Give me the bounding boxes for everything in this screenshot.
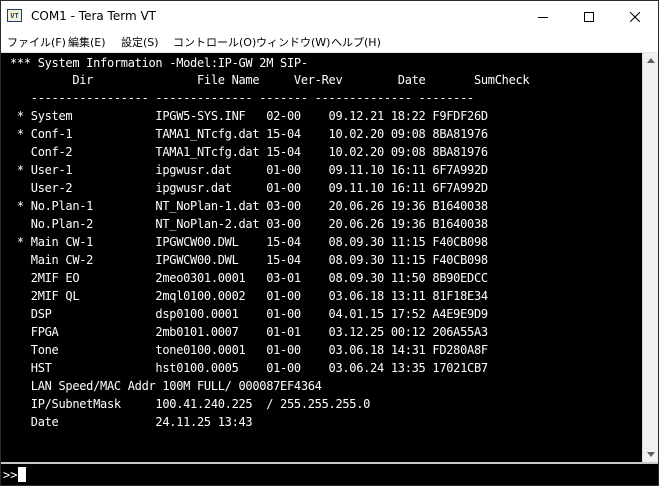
menu-bar: ファイル(F) 編集(E) 設定(S) コントロール(O) ウィンドウ(W) ヘ…	[1, 32, 658, 53]
tera-term-app-icon: VT	[7, 9, 22, 22]
window-title: COM1 - Tera Term VT	[31, 9, 156, 23]
command-prompt: >>	[3, 468, 18, 482]
terminal-line: FPGA 2mb0101.0007 01-01 03.12.25 00:12 2…	[10, 325, 488, 339]
title-bar[interactable]: VT COM1 - Tera Term VT	[1, 1, 658, 32]
terminal-line: * Conf-1 TAMA1_NTcfg.dat 15-04 10.02.20 …	[10, 127, 488, 141]
terminal-line: Tone tone0100.0001 01-00 03.06.18 14:31 …	[10, 343, 488, 357]
menu-file[interactable]: ファイル(F)	[7, 34, 66, 50]
close-icon	[630, 11, 640, 22]
terminal-line: * No.Plan-1 NT_NoPlan-1.dat 03-00 20.06.…	[10, 199, 488, 213]
terminal-line: HST hst0100.0005 01-00 03.06.24 13:35 17…	[10, 361, 488, 375]
menu-help[interactable]: ヘルプ(H)	[331, 34, 381, 50]
terminal-line-column-headers: Dir File Name Ver-Rev Date SumCheck	[10, 73, 530, 87]
terminal-line: 2MIF QL 2mql0100.0002 01-00 03.06.18 13:…	[10, 289, 488, 303]
terminal-line: Date 24.11.25 13:43	[10, 415, 253, 429]
terminal-screen[interactable]: *** System Information -Model:IP-GW 2M S…	[1, 53, 642, 462]
terminal-line-separator: ----------------- -------------- -------…	[10, 91, 474, 105]
terminal-line: * Main CW-1 IPGWCW00.DWL 15-04 08.09.30 …	[10, 235, 488, 249]
minimize-button[interactable]	[520, 1, 566, 32]
terminal-line: Conf-2 TAMA1_NTcfg.dat 15-04 10.02.20 09…	[10, 145, 488, 159]
tera-term-window: VT COM1 - Tera Term VT ファイル(F) 編集(E) 設定(…	[0, 0, 659, 486]
minimize-icon	[538, 16, 548, 18]
scroll-down-arrow-icon[interactable]	[647, 452, 655, 457]
terminal-line: DSP dsp0100.0001 01-00 04.01.15 17:52 A4…	[10, 307, 488, 321]
terminal-line: LAN Speed/MAC Addr 100M FULL/ 000087EF43…	[10, 379, 322, 393]
maximize-button[interactable]	[566, 1, 612, 32]
menu-window[interactable]: ウィンドウ(W)	[256, 34, 330, 50]
terminal-line: * System IPGW5-SYS.INF 02-00 09.12.21 18…	[10, 109, 488, 123]
terminal-line: Main CW-2 IPGWCW00.DWL 15-04 08.09.30 11…	[10, 253, 488, 267]
close-button[interactable]	[612, 1, 658, 32]
maximize-icon	[584, 11, 594, 22]
terminal-line: IP/SubnetMask 100.41.240.225 / 255.255.2…	[10, 397, 371, 411]
terminal-line: No.Plan-2 NT_NoPlan-2.dat 03-00 20.06.26…	[10, 217, 488, 231]
scroll-up-arrow-icon[interactable]	[647, 58, 655, 63]
terminal-line: User-2 ipgwusr.dat 01-00 09.11.10 16:11 …	[10, 181, 488, 195]
menu-control[interactable]: コントロール(O)	[173, 34, 256, 50]
terminal-line-header: *** System Information -Model:IP-GW 2M S…	[10, 56, 308, 70]
text-cursor	[18, 467, 26, 482]
command-line[interactable]: >>	[1, 464, 658, 485]
terminal-line: * User-1 ipgwusr.dat 01-00 09.11.10 16:1…	[10, 163, 488, 177]
menu-edit[interactable]: 編集(E)	[68, 34, 106, 50]
menu-setup[interactable]: 設定(S)	[121, 34, 159, 50]
vertical-scrollbar[interactable]	[642, 53, 658, 462]
terminal-line: 2MIF EO 2meo0301.0001 03-01 08.09.30 11:…	[10, 271, 488, 285]
